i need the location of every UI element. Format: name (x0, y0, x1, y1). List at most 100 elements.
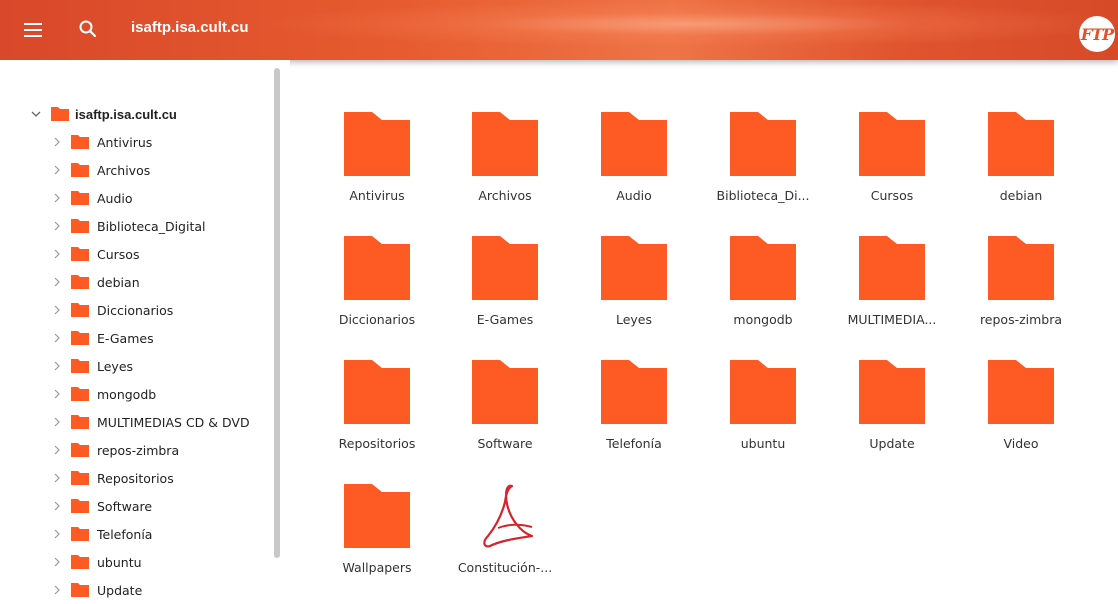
grid-folder[interactable]: debian (954, 60, 1074, 203)
grid-folder[interactable]: Antivirus (310, 60, 430, 203)
sidebar-item[interactable]: Audio (0, 184, 270, 212)
grid-folder[interactable]: MULTIMEDIA... (825, 184, 945, 327)
grid-folder[interactable]: mongodb (696, 184, 816, 327)
folder-icon (71, 555, 89, 569)
sidebar-item[interactable]: Update (0, 576, 270, 604)
sidebar-item[interactable]: repos-zimbra (0, 436, 270, 464)
grid-item-label: ubuntu (740, 436, 786, 451)
sidebar-item-label: ubuntu (97, 554, 142, 570)
sidebar-item[interactable]: Biblioteca_Digital (0, 212, 270, 240)
folder-icon (71, 303, 89, 317)
folder-icon (344, 484, 410, 548)
grid-folder[interactable]: Update (825, 308, 945, 451)
sidebar: isaftp.isa.cult.cu Antivirus Archivos Audi… (0, 60, 290, 601)
search-icon[interactable] (77, 18, 99, 40)
grid-folder[interactable]: Cursos (825, 60, 945, 203)
grid-item-label: Update (869, 436, 915, 451)
grid-folder[interactable]: Video (954, 308, 1074, 451)
chevron-right-icon[interactable] (52, 473, 62, 483)
ftp-logo: FTP (1079, 16, 1115, 52)
sidebar-item[interactable]: Telefonía (0, 520, 270, 548)
folder-icon (988, 112, 1054, 176)
grid-folder[interactable]: Leyes (567, 184, 687, 327)
folder-icon (601, 360, 667, 424)
folder-icon (859, 112, 925, 176)
grid-folder[interactable]: Diccionarios (310, 184, 430, 327)
grid-folder[interactable]: Software (438, 308, 558, 451)
chevron-right-icon[interactable] (52, 333, 62, 343)
sidebar-item-label: Biblioteca_Digital (97, 218, 206, 234)
tree-root[interactable]: isaftp.isa.cult.cu (0, 100, 270, 128)
folder-icon (71, 443, 89, 457)
sidebar-item-label: Update (97, 582, 143, 598)
sidebar-scrollbar[interactable] (274, 68, 280, 558)
chevron-right-icon[interactable] (52, 557, 62, 567)
chevron-right-icon[interactable] (52, 445, 62, 455)
chevron-right-icon[interactable] (52, 585, 62, 595)
chevron-right-icon[interactable] (52, 417, 62, 427)
grid-folder[interactable]: repos-zimbra (954, 184, 1074, 327)
grid-folder[interactable]: Audio (567, 60, 687, 203)
grid-item-label: Constitución-... (457, 560, 553, 575)
sidebar-item-label: Diccionarios (97, 302, 174, 318)
folder-icon (71, 331, 89, 345)
sidebar-item-label: debian (97, 274, 140, 290)
sidebar-item[interactable]: Software (0, 492, 270, 520)
chevron-right-icon[interactable] (52, 361, 62, 371)
sidebar-item[interactable]: ubuntu (0, 548, 270, 576)
chevron-right-icon[interactable] (52, 529, 62, 539)
sidebar-item[interactable]: Diccionarios (0, 296, 270, 324)
folder-icon (51, 107, 69, 121)
chevron-right-icon[interactable] (52, 221, 62, 231)
folder-icon (71, 359, 89, 373)
chevron-right-icon[interactable] (52, 249, 62, 259)
sidebar-item[interactable]: Leyes (0, 352, 270, 380)
sidebar-item[interactable]: Antivirus (0, 128, 270, 156)
folder-icon (71, 219, 89, 233)
folder-icon (71, 275, 89, 289)
grid-folder[interactable]: Telefonía (567, 308, 687, 451)
sidebar-item[interactable]: E-Games (0, 324, 270, 352)
folder-icon (601, 236, 667, 300)
folder-icon (71, 191, 89, 205)
grid-folder[interactable]: Archivos (438, 60, 558, 203)
folder-icon (472, 360, 538, 424)
sidebar-item[interactable]: Archivos (0, 156, 270, 184)
hamburger-icon[interactable] (24, 23, 42, 37)
sidebar-item[interactable]: Cursos (0, 240, 270, 268)
grid-folder[interactable]: ubuntu (696, 308, 816, 451)
chevron-right-icon[interactable] (52, 137, 62, 147)
sidebar-item-label: Archivos (97, 162, 151, 178)
sidebar-item[interactable]: Repositorios (0, 464, 270, 492)
grid-folder[interactable]: Wallpapers (310, 432, 430, 575)
grid-item-label: Video (1003, 436, 1039, 451)
folder-icon (859, 236, 925, 300)
folder-icon (71, 387, 89, 401)
sidebar-item-label: Cursos (97, 246, 140, 262)
sidebar-item[interactable]: debian (0, 268, 270, 296)
folder-icon (71, 499, 89, 513)
folder-icon (730, 112, 796, 176)
grid-folder[interactable]: E-Games (438, 184, 558, 327)
chevron-right-icon[interactable] (52, 389, 62, 399)
folder-icon (344, 236, 410, 300)
grid-folder[interactable]: Repositorios (310, 308, 430, 451)
chevron-right-icon[interactable] (52, 277, 62, 287)
grid-file[interactable]: Constitución-... (438, 432, 558, 575)
sidebar-item[interactable]: MULTIMEDIAS CD & DVD (0, 408, 270, 436)
chevron-right-icon[interactable] (52, 193, 62, 203)
chevron-right-icon[interactable] (52, 305, 62, 315)
chevron-down-icon[interactable] (31, 109, 41, 119)
file-grid: Antivirus Archivos Audio Biblioteca_Di... Cu… (310, 60, 1118, 601)
folder-icon (71, 415, 89, 429)
sidebar-item[interactable]: mongodb (0, 380, 270, 408)
folder-icon (859, 360, 925, 424)
grid-folder[interactable]: Biblioteca_Di... (696, 60, 816, 203)
chevron-right-icon[interactable] (52, 501, 62, 511)
grid-item-label: Wallpapers (342, 560, 412, 575)
chevron-right-icon[interactable] (52, 165, 62, 175)
folder-icon (730, 236, 796, 300)
tree-root-label: isaftp.isa.cult.cu (75, 106, 177, 122)
folder-icon (988, 236, 1054, 300)
page-title: isaftp.isa.cult.cu (131, 19, 249, 36)
